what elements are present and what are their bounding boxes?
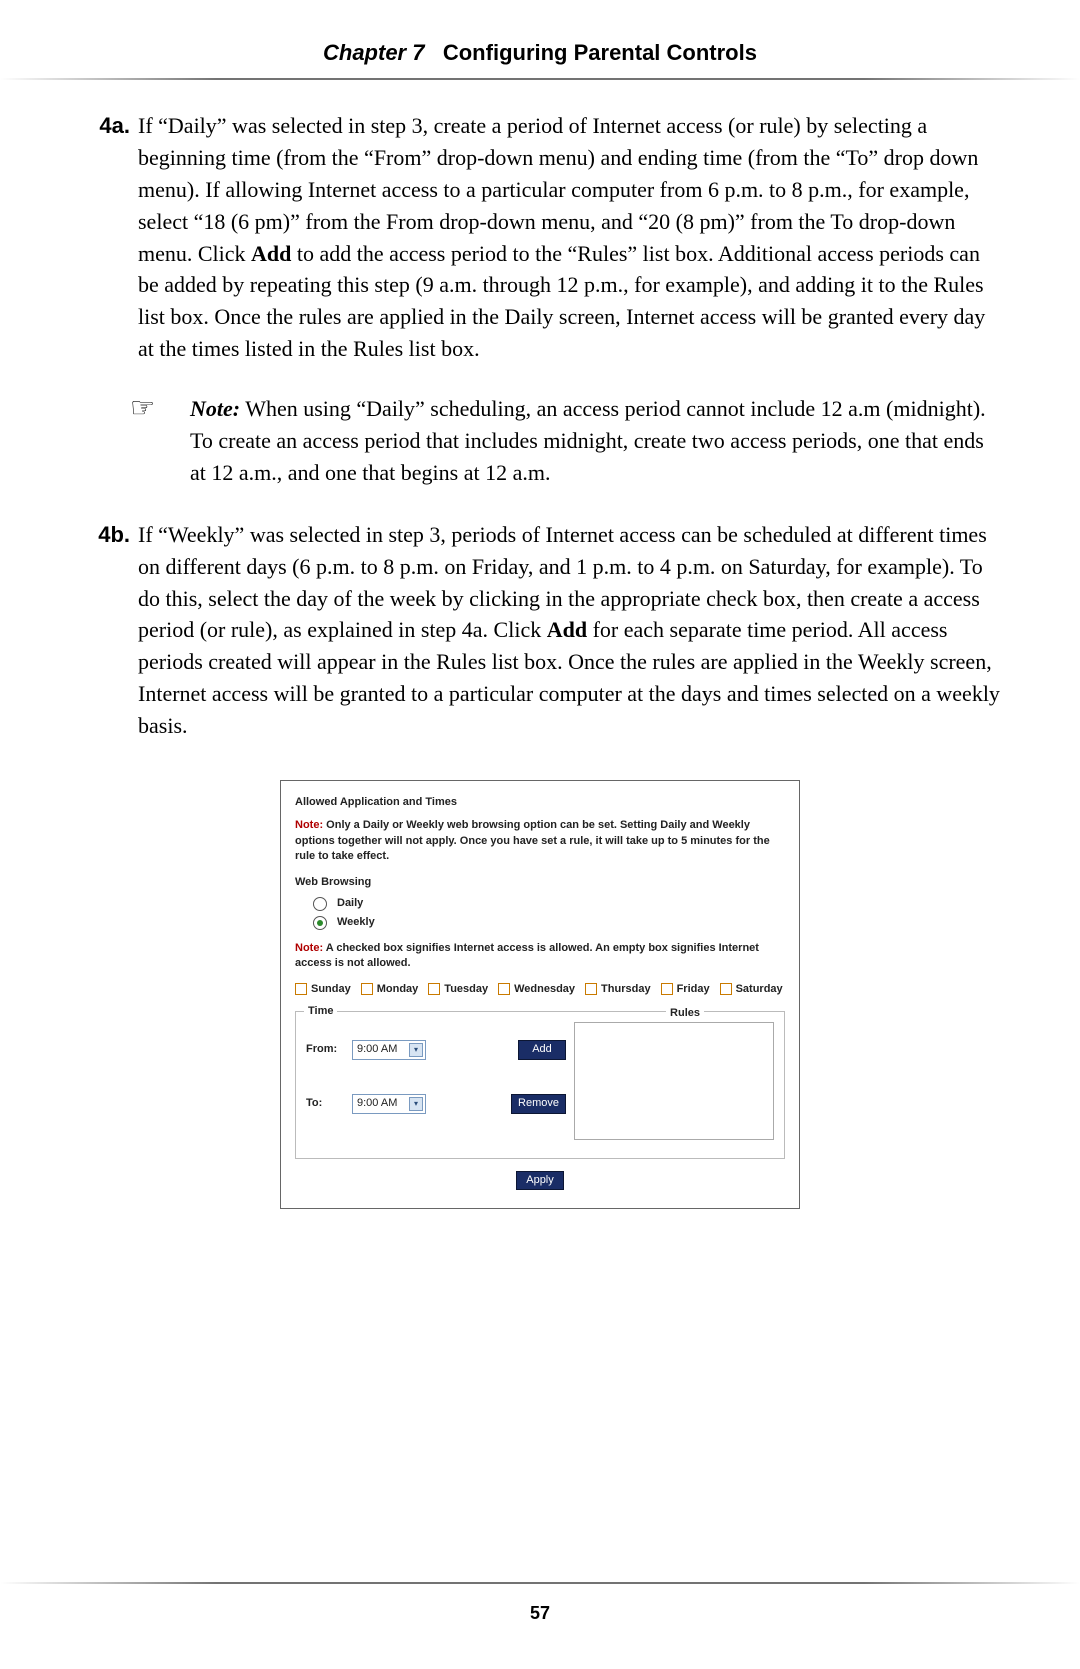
step-4b-body: If “Weekly” was selected in step 3, peri… (138, 519, 1000, 742)
panel-note-1: Note: Only a Daily or Weekly web browsin… (295, 818, 785, 864)
radio-weekly[interactable]: Weekly (313, 915, 785, 930)
day-friday-label: Friday (677, 982, 710, 997)
checkbox-icon (498, 983, 510, 995)
step-4b-label: 4b. (80, 519, 138, 742)
panel-note-2: Note: A checked box signifies Internet a… (295, 941, 785, 972)
day-saturday-label: Saturday (736, 982, 783, 997)
to-value: 9:00 AM (357, 1096, 397, 1111)
chapter-title: Configuring Parental Controls (443, 40, 757, 65)
checkbox-icon (361, 983, 373, 995)
panel-note2-text: A checked box signifies Internet access … (295, 942, 759, 969)
radio-daily-icon (313, 897, 327, 911)
step-4a-body: If “Daily” was selected in step 3, creat… (138, 110, 1000, 365)
to-row: To: 9:00 AM ▾ Remove (306, 1094, 566, 1114)
panel-note1-text: Only a Daily or Weekly web browsing opti… (295, 819, 770, 862)
day-tuesday[interactable]: Tuesday (428, 982, 488, 997)
from-combo[interactable]: 9:00 AM ▾ (352, 1040, 426, 1060)
radio-weekly-icon (313, 916, 327, 930)
day-wednesday-label: Wednesday (514, 982, 575, 997)
day-friday[interactable]: Friday (661, 982, 710, 997)
panel-title: Allowed Application and Times (295, 795, 785, 810)
radio-daily[interactable]: Daily (313, 896, 785, 911)
to-combo[interactable]: 9:00 AM ▾ (352, 1094, 426, 1114)
checkbox-icon (720, 983, 732, 995)
page: Chapter 7 Configuring Parental Controls … (0, 0, 1080, 1669)
footer-divider (0, 1582, 1080, 1584)
radio-daily-label: Daily (337, 896, 363, 911)
chevron-down-icon: ▾ (409, 1097, 423, 1111)
day-thursday[interactable]: Thursday (585, 982, 651, 997)
step-4a: 4a. If “Daily” was selected in step 3, c… (80, 110, 1000, 365)
day-row: Sunday Monday Tuesday Wednesday Thursday… (295, 982, 785, 997)
day-sunday-label: Sunday (311, 982, 351, 997)
step-4b-add-word: Add (547, 617, 587, 642)
apply-button[interactable]: Apply (516, 1171, 564, 1190)
panel-note1-prefix: Note: (295, 819, 323, 831)
time-fieldset: Time Rules From: 9:00 AM ▾ Add To: 9:00 … (295, 1011, 785, 1159)
step-4b: 4b. If “Weekly” was selected in step 3, … (80, 519, 1000, 742)
add-button[interactable]: Add (518, 1040, 566, 1059)
time-left: From: 9:00 AM ▾ Add To: 9:00 AM ▾ Remove (306, 1022, 566, 1114)
rules-listbox[interactable] (574, 1022, 774, 1140)
chapter-prefix: Chapter 7 (323, 40, 424, 65)
radio-weekly-label: Weekly (337, 915, 375, 930)
day-tuesday-label: Tuesday (444, 982, 488, 997)
chapter-header: Chapter 7 Configuring Parental Controls (80, 40, 1000, 74)
time-legend: Time (304, 1004, 337, 1019)
rules-label: Rules (666, 1006, 704, 1021)
day-monday-label: Monday (377, 982, 419, 997)
checkbox-icon (585, 983, 597, 995)
note-prefix: Note: (190, 396, 240, 421)
note-text: When using “Daily” scheduling, an access… (190, 396, 986, 485)
from-value: 9:00 AM (357, 1042, 397, 1057)
from-row: From: 9:00 AM ▾ Add (306, 1040, 566, 1060)
day-saturday[interactable]: Saturday (720, 982, 783, 997)
day-monday[interactable]: Monday (361, 982, 419, 997)
header-divider (0, 78, 1080, 80)
checkbox-icon (428, 983, 440, 995)
to-label: To: (306, 1096, 346, 1111)
page-number: 57 (0, 1603, 1080, 1624)
note-block: ☞ Note: When using “Daily” scheduling, a… (130, 393, 1000, 489)
chevron-down-icon: ▾ (409, 1043, 423, 1057)
note-body: Note: When using “Daily” scheduling, an … (190, 393, 1000, 489)
pointing-hand-icon: ☞ (130, 393, 190, 489)
web-browsing-label: Web Browsing (295, 875, 785, 890)
day-thursday-label: Thursday (601, 982, 651, 997)
apply-row: Apply (295, 1171, 785, 1190)
app-panel: Allowed Application and Times Note: Only… (280, 780, 800, 1209)
day-sunday[interactable]: Sunday (295, 982, 351, 997)
step-4a-label: 4a. (80, 110, 138, 365)
panel-note2-prefix: Note: (295, 942, 323, 954)
checkbox-icon (295, 983, 307, 995)
checkbox-icon (661, 983, 673, 995)
remove-button[interactable]: Remove (511, 1094, 566, 1113)
from-label: From: (306, 1042, 346, 1057)
day-wednesday[interactable]: Wednesday (498, 982, 575, 997)
step-4a-add-word: Add (251, 241, 291, 266)
